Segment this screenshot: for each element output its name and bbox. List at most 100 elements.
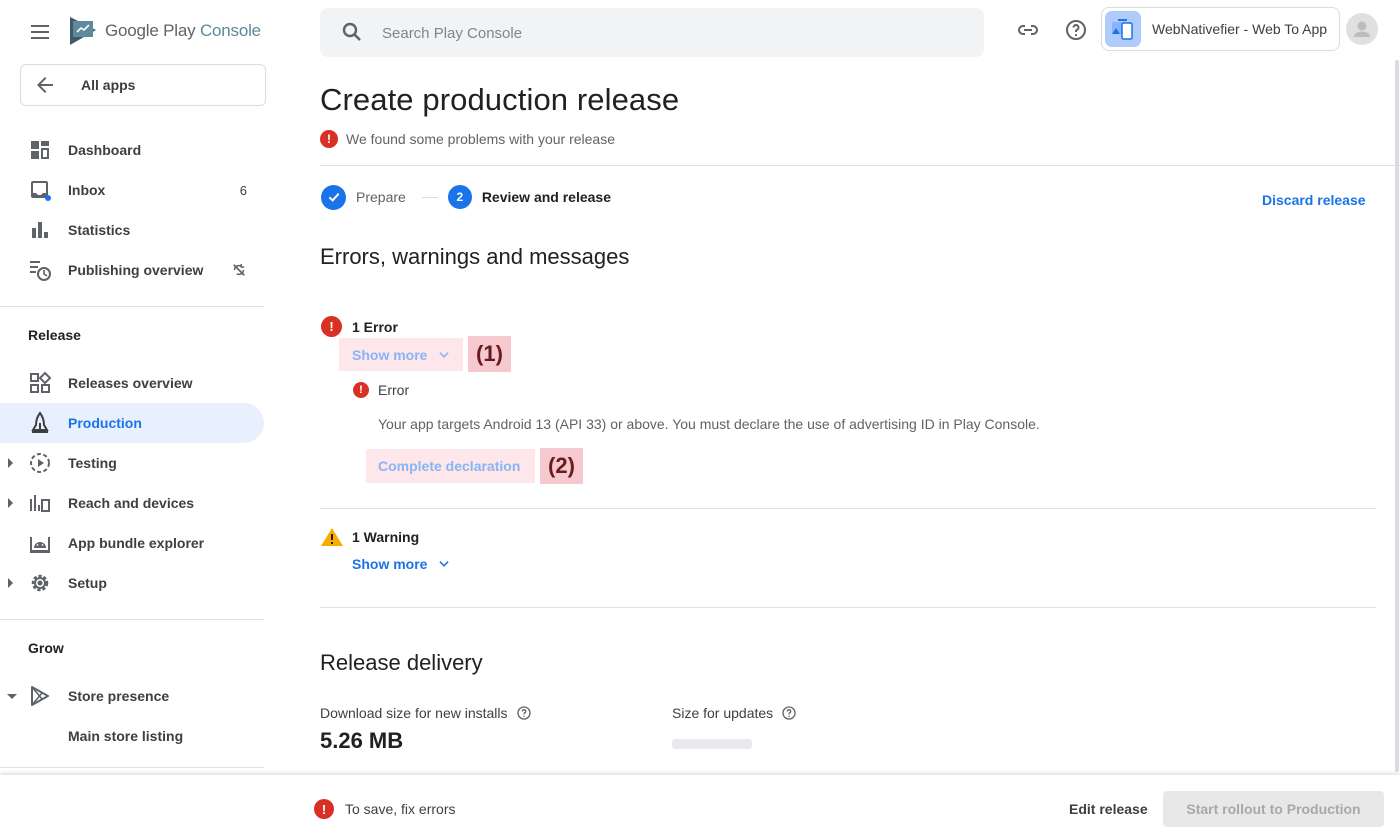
annotation-marker-1: (1) xyxy=(468,336,511,372)
discard-release-button[interactable]: Discard release xyxy=(1262,192,1366,208)
search-bar[interactable] xyxy=(320,8,984,57)
sidebar: Google Play Console All apps Dashboard I… xyxy=(0,0,266,840)
sidebar-item-store-presence[interactable]: Store presence xyxy=(0,676,264,716)
expand-caret-icon[interactable] xyxy=(8,498,13,508)
errors-count: 1 Error xyxy=(352,318,398,335)
step-review-and-release: Review and release xyxy=(481,189,611,205)
footer-error-notice: ! To save, fix errors xyxy=(314,799,455,819)
app-name: WebNativefier - Web To App xyxy=(1152,21,1328,37)
sidebar-item-reach-and-devices[interactable]: Reach and devices xyxy=(0,483,264,523)
download-size-label-text: Download size for new installs xyxy=(320,705,508,721)
testing-icon xyxy=(30,453,50,473)
step-prepare[interactable]: Prepare xyxy=(356,189,406,205)
sidebar-item-setup[interactable]: Setup xyxy=(0,563,264,603)
sidebar-item-publishing-overview[interactable]: Publishing overview xyxy=(0,250,264,290)
all-apps-button[interactable]: All apps xyxy=(20,64,266,106)
problem-text: We found some problems with your release xyxy=(346,131,615,147)
sidebar-item-statistics[interactable]: Statistics xyxy=(0,210,264,250)
size-for-updates-label: Size for updates xyxy=(672,705,797,721)
annotation-marker-2: (2) xyxy=(540,448,583,484)
size-for-updates-loading-placeholder xyxy=(672,739,752,749)
link-icon[interactable] xyxy=(1016,18,1040,42)
check-icon xyxy=(321,184,346,210)
inbox-count-badge: 6 xyxy=(239,182,247,198)
sidebar-item-label: Statistics xyxy=(68,222,131,238)
release-stepper: Prepare 2 Review and release xyxy=(321,184,611,210)
sync-disabled-icon xyxy=(233,264,245,276)
footer-error-text: To save, fix errors xyxy=(345,801,456,817)
step-number-badge: 2 xyxy=(447,185,472,209)
sidebar-item-testing[interactable]: Testing xyxy=(0,443,264,483)
help-icon[interactable] xyxy=(1064,18,1088,42)
section-title-grow: Grow xyxy=(28,640,64,656)
error-item-title: Error xyxy=(378,382,410,398)
download-size-value: 5.26 MB xyxy=(320,728,404,753)
sidebar-item-label: Inbox xyxy=(68,182,106,198)
sidebar-item-label: Dashboard xyxy=(68,142,142,158)
sidebar-item-label: Reach and devices xyxy=(68,495,195,511)
sidebar-divider xyxy=(0,767,264,768)
start-rollout-button[interactable]: Start rollout to Production xyxy=(1163,791,1384,827)
menu-icon[interactable] xyxy=(28,20,52,44)
help-icon[interactable] xyxy=(781,705,797,721)
error-item: ! Error xyxy=(353,382,409,398)
production-icon xyxy=(31,411,49,433)
page-title: Create production release xyxy=(320,82,680,117)
show-more-label: Show more xyxy=(352,346,428,363)
expand-caret-icon[interactable] xyxy=(8,578,13,588)
release-problem-notice: ! We found some problems with your relea… xyxy=(320,130,615,148)
footer-action-bar: ! To save, fix errors Edit release Start… xyxy=(0,775,1400,840)
title-divider xyxy=(320,165,1400,166)
warning-icon xyxy=(321,528,343,546)
all-apps-label: All apps xyxy=(81,77,136,93)
errors-show-more-button[interactable]: Show more xyxy=(339,338,463,371)
error-icon: ! xyxy=(353,382,369,398)
app-selector[interactable]: WebNativefier - Web To App xyxy=(1101,7,1340,51)
main-scrollbar[interactable] xyxy=(1395,60,1399,772)
release-delivery-heading: Release delivery xyxy=(320,650,483,675)
section-divider xyxy=(320,607,1376,608)
sidebar-item-label: Releases overview xyxy=(68,375,193,391)
sidebar-item-inbox[interactable]: Inbox 6 xyxy=(0,170,264,210)
sidebar-divider xyxy=(0,306,264,307)
sidebar-item-label: Store presence xyxy=(68,688,170,704)
reach-devices-icon xyxy=(30,495,50,512)
messages-heading: Errors, warnings and messages xyxy=(320,244,630,269)
chevron-down-icon xyxy=(439,351,450,358)
search-input[interactable] xyxy=(382,18,962,48)
sidebar-item-dashboard[interactable]: Dashboard xyxy=(0,130,264,170)
step-connector xyxy=(421,196,438,198)
sidebar-item-main-store-listing[interactable]: Main store listing xyxy=(0,716,264,756)
warnings-summary: 1 Warning xyxy=(320,527,419,547)
sidebar-item-releases-overview[interactable]: Releases overview xyxy=(0,363,264,403)
gear-icon xyxy=(31,574,49,592)
arrow-back-icon xyxy=(37,77,53,93)
play-console-logo xyxy=(70,17,96,45)
error-icon: ! xyxy=(320,130,338,148)
errors-summary: ! 1 Error xyxy=(321,316,398,337)
edit-release-button[interactable]: Edit release xyxy=(1069,801,1148,817)
sidebar-item-label: Setup xyxy=(68,575,107,591)
show-more-label: Show more xyxy=(352,556,428,572)
inbox-icon xyxy=(31,181,51,201)
releases-overview-icon xyxy=(30,371,52,393)
sidebar-item-label: App bundle explorer xyxy=(68,535,205,551)
error-message: Your app targets Android 13 (API 33) or … xyxy=(378,416,1040,432)
sidebar-item-label: Main store listing xyxy=(68,728,184,744)
collapse-caret-icon[interactable] xyxy=(7,693,17,699)
warnings-count: 1 Warning xyxy=(352,529,420,545)
size-for-updates-label-text: Size for updates xyxy=(672,705,774,721)
expand-caret-icon[interactable] xyxy=(8,458,13,468)
sidebar-item-label: Testing xyxy=(68,455,117,471)
sidebar-divider xyxy=(0,619,264,620)
chevron-down-icon xyxy=(439,561,450,567)
section-title-release: Release xyxy=(28,327,81,343)
sidebar-item-app-bundle-explorer[interactable]: App bundle explorer xyxy=(0,523,264,563)
help-icon[interactable] xyxy=(516,705,532,721)
complete-declaration-button[interactable]: Complete declaration xyxy=(366,449,535,483)
warnings-show-more-button[interactable]: Show more xyxy=(352,556,451,572)
sidebar-item-production[interactable]: Production xyxy=(0,403,264,443)
brand-name: Google Play Console xyxy=(105,21,261,40)
account-avatar[interactable] xyxy=(1346,13,1378,45)
sidebar-item-label: Publishing overview xyxy=(68,262,204,278)
